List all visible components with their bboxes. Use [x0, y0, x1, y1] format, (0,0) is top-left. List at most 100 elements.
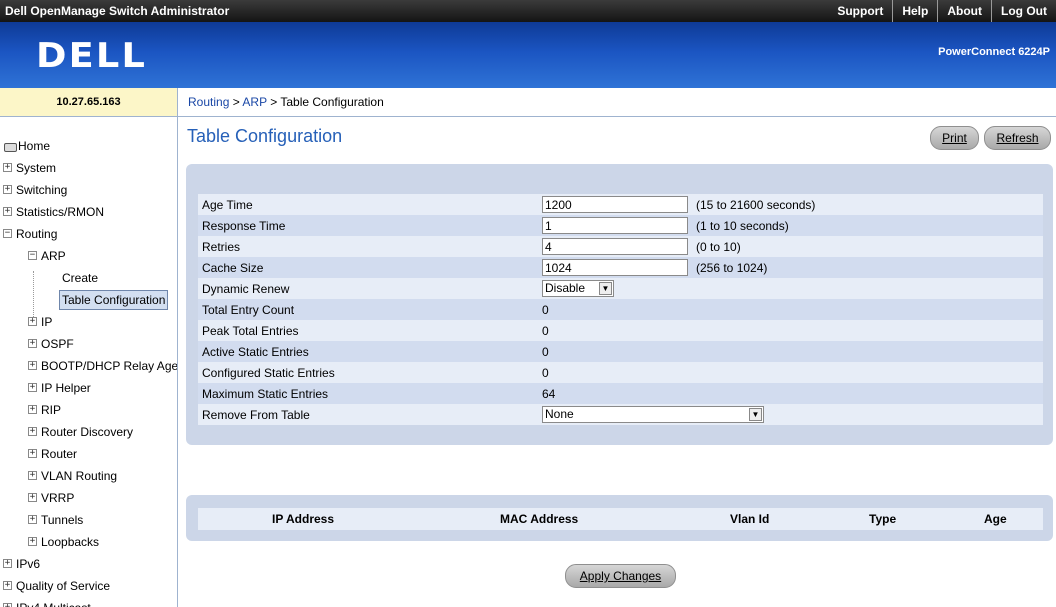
sidebar-item-vrrp[interactable]: + VRRP	[0, 487, 177, 509]
sidebar-item-qos[interactable]: + Quality of Service	[0, 575, 177, 597]
column-mac-address: MAC Address	[500, 512, 579, 526]
column-type: Type	[869, 512, 897, 526]
active-static-entries-label: Active Static Entries	[198, 341, 538, 362]
refresh-button[interactable]: Refresh	[984, 126, 1051, 150]
device-model: PowerConnect 6224P	[938, 46, 1050, 58]
config-row-peak-total-entries: Peak Total Entries 0	[198, 320, 1043, 341]
cache-size-range: (256 to 1024)	[692, 257, 1043, 278]
chevron-down-icon[interactable]: ▼	[749, 408, 762, 421]
expand-icon[interactable]: +	[28, 339, 37, 348]
maximum-static-entries-value: 64	[538, 383, 692, 404]
sidebar-item-arp[interactable]: − ARP	[0, 245, 177, 267]
support-link[interactable]: Support	[828, 0, 892, 22]
sidebar-item-router[interactable]: + Router	[0, 443, 177, 465]
total-entry-count-value: 0	[538, 299, 692, 320]
cache-size-label: Cache Size	[198, 257, 538, 278]
age-time-range: (15 to 21600 seconds)	[692, 194, 1043, 215]
retries-label: Retries	[198, 236, 538, 257]
brand-header: DELL PowerConnect 6224P	[0, 22, 1056, 88]
expand-icon[interactable]: +	[3, 559, 12, 568]
top-links: Support Help About Log Out	[828, 0, 1056, 22]
configured-static-entries-value: 0	[538, 362, 692, 383]
dell-logo: DELL	[36, 36, 148, 76]
expand-icon[interactable]: +	[3, 185, 12, 194]
configured-static-entries-label: Configured Static Entries	[198, 362, 538, 383]
sidebar-item-statistics[interactable]: + Statistics/RMON	[0, 201, 177, 223]
about-link[interactable]: About	[937, 0, 991, 22]
sidebar-item-table-configuration[interactable]: Table Configuration	[0, 289, 177, 311]
help-link[interactable]: Help	[892, 0, 937, 22]
expand-icon[interactable]: +	[28, 471, 37, 480]
breadcrumb-arp[interactable]: ARP	[242, 95, 266, 109]
config-row-active-static-entries: Active Static Entries 0	[198, 341, 1043, 362]
nav-tree: Home + System + Switching + Statistics/R…	[0, 135, 177, 607]
sidebar-item-home[interactable]: Home	[0, 135, 177, 157]
page-title: Table Configuration	[187, 126, 343, 146]
sidebar-item-ip-helper[interactable]: + IP Helper	[0, 377, 177, 399]
breadcrumb-bar: Routing > ARP > Table Configuration	[178, 88, 1056, 117]
column-ip-address: IP Address	[272, 512, 335, 526]
column-age: Age	[984, 512, 1007, 526]
cache-size-input[interactable]	[542, 259, 688, 276]
breadcrumb-separator: >	[270, 95, 278, 109]
sidebar-item-rip[interactable]: + RIP	[0, 399, 177, 421]
expand-icon[interactable]: +	[28, 537, 37, 546]
breadcrumb-separator: >	[232, 95, 240, 109]
peak-total-entries-label: Peak Total Entries	[198, 320, 538, 341]
sidebar-item-create[interactable]: Create	[0, 267, 177, 289]
sidebar-item-tunnels[interactable]: + Tunnels	[0, 509, 177, 531]
dynamic-renew-value: Disable	[545, 281, 586, 295]
sidebar-item-system[interactable]: + System	[0, 157, 177, 179]
age-time-label: Age Time	[198, 194, 538, 215]
sidebar: Home + System + Switching + Statistics/R…	[0, 117, 178, 607]
dynamic-renew-label: Dynamic Renew	[198, 278, 538, 299]
expand-icon[interactable]: +	[3, 581, 12, 590]
expand-icon[interactable]: +	[3, 207, 12, 216]
expand-icon[interactable]: +	[28, 383, 37, 392]
config-row-maximum-static-entries: Maximum Static Entries 64	[198, 383, 1043, 404]
collapse-icon[interactable]: −	[3, 229, 12, 238]
expand-icon[interactable]: +	[28, 405, 37, 414]
sidebar-item-loopbacks[interactable]: + Loopbacks	[0, 531, 177, 553]
top-bar: Dell OpenManage Switch Administrator Sup…	[0, 0, 1056, 22]
expand-icon[interactable]: +	[3, 163, 12, 172]
sidebar-item-bootp[interactable]: + BOOTP/DHCP Relay Agent	[0, 355, 177, 377]
total-entry-count-label: Total Entry Count	[198, 299, 538, 320]
expand-icon[interactable]: +	[28, 427, 37, 436]
expand-icon[interactable]: +	[28, 493, 37, 502]
config-row-response-time: Response Time (1 to 10 seconds)	[198, 215, 1043, 236]
response-time-label: Response Time	[198, 215, 538, 236]
print-button[interactable]: Print	[930, 126, 979, 150]
apply-changes-button[interactable]: Apply Changes	[565, 564, 676, 588]
remove-from-table-label: Remove From Table	[198, 404, 538, 425]
config-row-age-time: Age Time (15 to 21600 seconds)	[198, 194, 1043, 215]
collapse-icon[interactable]: −	[28, 251, 37, 260]
expand-icon[interactable]: +	[28, 317, 37, 326]
sidebar-item-routing[interactable]: − Routing	[0, 223, 177, 245]
config-row-retries: Retries (0 to 10)	[198, 236, 1043, 257]
sidebar-item-ospf[interactable]: + OSPF	[0, 333, 177, 355]
sidebar-item-router-discovery[interactable]: + Router Discovery	[0, 421, 177, 443]
sidebar-item-ipv6[interactable]: + IPv6	[0, 553, 177, 575]
remove-from-table-select[interactable]: None ▼	[542, 406, 764, 423]
expand-icon[interactable]: +	[3, 603, 12, 607]
expand-icon[interactable]: +	[28, 449, 37, 458]
dynamic-renew-select[interactable]: Disable ▼	[542, 280, 614, 297]
sidebar-item-switching[interactable]: + Switching	[0, 179, 177, 201]
breadcrumb-current: Table Configuration	[280, 95, 384, 109]
chevron-down-icon[interactable]: ▼	[599, 282, 612, 295]
age-time-input[interactable]	[542, 196, 688, 213]
response-time-range: (1 to 10 seconds)	[692, 215, 1043, 236]
response-time-input[interactable]	[542, 217, 688, 234]
retries-input[interactable]	[542, 238, 688, 255]
app-title: Dell OpenManage Switch Administrator	[5, 4, 230, 18]
sidebar-item-vlan-routing[interactable]: + VLAN Routing	[0, 465, 177, 487]
sidebar-item-ip[interactable]: + IP	[0, 311, 177, 333]
sidebar-item-ipv4-multicast[interactable]: + IPv4 Multicast	[0, 597, 177, 607]
breadcrumb-routing[interactable]: Routing	[188, 95, 229, 109]
home-icon	[4, 143, 17, 152]
expand-icon[interactable]: +	[28, 515, 37, 524]
logout-link[interactable]: Log Out	[991, 0, 1056, 22]
expand-icon[interactable]: +	[28, 361, 37, 370]
remove-from-table-value: None	[545, 407, 574, 421]
